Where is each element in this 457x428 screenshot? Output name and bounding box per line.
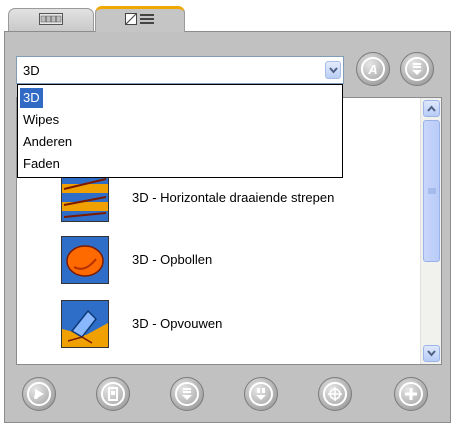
add-icon [399, 382, 423, 406]
chevron-down-icon[interactable] [325, 61, 341, 79]
text-a-icon: A [361, 57, 385, 81]
add-button[interactable] [394, 377, 428, 411]
list-down-button[interactable] [400, 52, 434, 86]
move-down-button[interactable] [170, 377, 204, 411]
list-down-icon [405, 57, 429, 81]
fold-transition-icon [61, 300, 109, 348]
list-down-icon [249, 382, 273, 406]
category-dropdown-list[interactable]: 3D Wipes Anderen Faden [17, 84, 343, 178]
filmstrip-icon [39, 13, 63, 28]
move-down-icon [175, 382, 199, 406]
tab-filmstrip[interactable] [8, 8, 94, 32]
combobox-value: 3D [23, 63, 40, 78]
category-combobox[interactable]: 3D [16, 56, 344, 84]
list-down-button[interactable] [244, 377, 278, 411]
bulge-transition-icon [61, 236, 109, 284]
list-item[interactable]: 3D - Opvouwen [61, 300, 401, 350]
vertical-scrollbar[interactable] [420, 98, 441, 364]
dropdown-option-anderen[interactable]: Anderen [20, 132, 75, 152]
list-item[interactable]: 3D - Opbollen [61, 236, 401, 286]
scroll-up-button[interactable] [423, 100, 440, 117]
clip-icon [101, 382, 125, 406]
text-button[interactable]: A [356, 52, 390, 86]
list-item-label: 3D - Opbollen [132, 252, 213, 267]
clip-button[interactable] [96, 377, 130, 411]
dropdown-option-wipes[interactable]: Wipes [20, 110, 62, 130]
image-list-icon [124, 12, 156, 29]
tab-image-list[interactable] [95, 6, 185, 32]
list-item-label: 3D - Opvouwen [132, 316, 223, 331]
dropdown-option-faden[interactable]: Faden [20, 154, 63, 174]
list-item[interactable]: 3D - Horizontale draaiende strepen [61, 174, 401, 224]
dropdown-option-3d[interactable]: 3D [20, 88, 43, 108]
scroll-down-button[interactable] [423, 345, 440, 362]
preview-transition-button[interactable] [22, 377, 56, 411]
scrollbar-thumb[interactable] [423, 120, 440, 262]
target-icon [323, 382, 347, 406]
horizontal-stripes-transition-icon [61, 174, 109, 222]
preview-transition-icon [27, 382, 51, 406]
list-item-label: 3D - Horizontale draaiende strepen [132, 190, 335, 205]
target-button[interactable] [318, 377, 352, 411]
